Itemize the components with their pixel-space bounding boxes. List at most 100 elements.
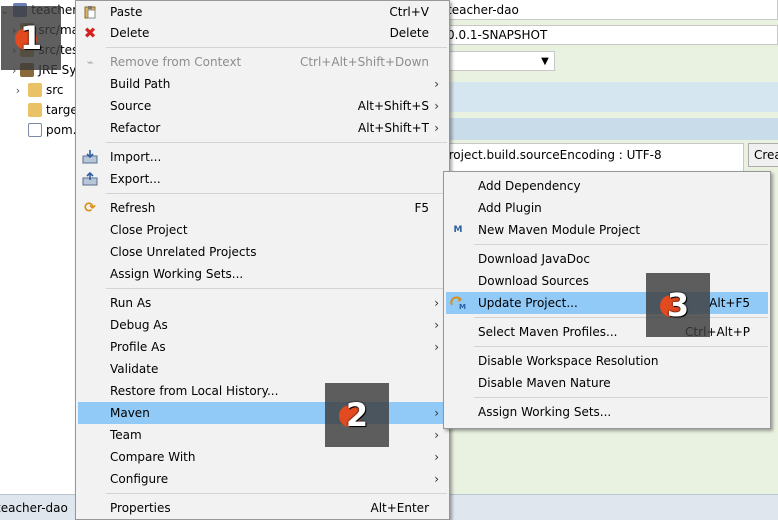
menu-label: Properties [110,501,171,515]
property-row[interactable]: project.build.sourceEncoding : UTF-8 [441,148,741,166]
menu-label: Remove from Context [110,55,242,69]
menu-item-assign-working-sets[interactable]: Assign Working Sets... [78,263,447,285]
menu-item-maven[interactable]: Maven › [78,402,447,424]
submenu-arrow-icon: › [434,121,439,135]
maven-module-icon: M [453,225,463,235]
menu-label: Run As [110,296,152,310]
menu-item-source[interactable]: Source Alt+Shift+S › [78,95,447,117]
submenu-arrow-icon: › [434,99,439,113]
menu-label: Configure [110,472,169,486]
menu-label: Validate [110,362,159,376]
create-button[interactable]: Create... [748,143,778,167]
menu-shortcut: Ctrl+Alt+Shift+Down [299,55,429,69]
svg-text:M: M [459,303,466,310]
tree-item-label: src [46,83,64,97]
menu-item-disable-maven-nature[interactable]: Disable Maven Nature [446,372,768,394]
step-number: 1 [19,19,43,57]
menu-item-profile-as[interactable]: Profile As › [78,336,447,358]
menu-item-export[interactable]: Export... [78,168,447,190]
export-icon [82,171,98,187]
menu-item-download-javadoc[interactable]: Download JavaDoc [446,248,768,270]
delete-icon: ✖ [83,24,97,42]
menu-separator [474,244,768,245]
menu-item-refresh[interactable]: ⟳ Refresh F5 [78,197,447,219]
tree-item-target[interactable]: target [0,100,80,120]
section-header [440,82,778,112]
step-number: 2 [345,396,369,434]
menu-label: Team [110,428,142,442]
menu-item-refactor[interactable]: Refactor Alt+Shift+T › [78,117,447,139]
submenu-arrow-icon: › [434,77,439,91]
menu-item-assign-working-sets-maven[interactable]: Assign Working Sets... [446,401,768,423]
menu-shortcut: Alt+Shift+S [357,99,429,113]
menu-item-configure[interactable]: Configure › [78,468,447,490]
menu-shortcut: Delete [389,26,429,40]
menu-item-update-project[interactable]: M Update Project... Alt+F5 [446,292,768,314]
xml-file-icon [28,123,42,137]
remove-context-icon: ⌁ [86,55,94,69]
menu-label: Disable Maven Nature [478,376,611,390]
menu-item-delete[interactable]: ✖ Delete Delete [78,22,447,44]
menu-label: Export... [110,172,161,186]
menu-shortcut: Alt+F5 [709,296,750,310]
menu-item-validate[interactable]: Validate [78,358,447,380]
menu-item-restore-local-history[interactable]: Restore from Local History... [78,380,447,402]
menu-label: Refresh [110,201,156,215]
menu-item-run-as[interactable]: Run As › [78,292,447,314]
menu-item-properties[interactable]: Properties Alt+Enter [78,497,447,519]
menu-separator [474,346,768,347]
step-marker-2: 2 [325,383,389,447]
menu-item-download-sources[interactable]: Download Sources [446,270,768,292]
expand-icon[interactable]: › [12,84,24,97]
tree-item-src[interactable]: › src [0,80,80,100]
import-icon [82,149,98,165]
menu-label: Download JavaDoc [478,252,590,266]
refresh-icon: ⟳ [84,200,96,216]
menu-separator [106,493,447,494]
menu-item-select-maven-profiles[interactable]: Select Maven Profiles... Ctrl+Alt+P [446,321,768,343]
context-menu: Paste Ctrl+V ✖ Delete Delete ⌁ Remove fr… [75,0,450,520]
menu-shortcut: F5 [414,201,429,215]
menu-label: Download Sources [478,274,589,288]
artifact-id-value: teacher-dao [447,2,519,17]
menu-shortcut: Alt+Shift+T [358,121,429,135]
menu-item-paste[interactable]: Paste Ctrl+V [78,1,447,23]
menu-item-close-unrelated-projects[interactable]: Close Unrelated Projects [78,241,447,263]
menu-item-team[interactable]: Team › [78,424,447,446]
version-field[interactable]: 0.0.1-SNAPSHOT [440,25,778,45]
menu-shortcut: Alt+Enter [370,501,429,515]
submenu-arrow-icon: › [434,340,439,354]
artifact-id-field[interactable]: teacher-dao [440,0,778,20]
menu-item-remove-from-context: ⌁ Remove from Context Ctrl+Alt+Shift+Dow… [78,51,447,73]
menu-separator [106,142,447,143]
tree-item-pom[interactable]: pom.xml [0,120,80,140]
paste-icon [82,4,98,20]
menu-label: Close Unrelated Projects [110,245,257,259]
menu-item-add-plugin[interactable]: Add Plugin [446,197,768,219]
menu-item-close-project[interactable]: Close Project [78,219,447,241]
menu-label: Select Maven Profiles... [478,325,618,339]
submenu-arrow-icon: › [434,406,439,420]
menu-item-disable-workspace-resolution[interactable]: Disable Workspace Resolution [446,350,768,372]
folder-icon [28,83,42,97]
maven-submenu: Add Dependency Add Plugin M New Maven Mo… [443,171,771,429]
menu-label: Profile As [110,340,166,354]
menu-item-add-dependency[interactable]: Add Dependency [446,175,768,197]
menu-item-build-path[interactable]: Build Path › [78,73,447,95]
submenu-arrow-icon: › [434,318,439,332]
menu-label: Add Dependency [478,179,581,193]
create-label: Create... [754,148,778,162]
menu-separator [106,47,447,48]
menu-item-debug-as[interactable]: Debug As › [78,314,447,336]
menu-item-new-maven-module[interactable]: M New Maven Module Project [446,219,768,241]
menu-item-compare-with[interactable]: Compare With › [78,446,447,468]
menu-item-import[interactable]: Import... [78,146,447,168]
menu-label: Import... [110,150,162,164]
submenu-arrow-icon: › [434,428,439,442]
menu-label: Maven [110,406,150,420]
submenu-arrow-icon: › [434,450,439,464]
menu-label: New Maven Module Project [478,223,641,237]
chevron-down-icon[interactable]: ▼ [536,52,554,70]
menu-label: Paste [110,5,143,19]
menu-label: Disable Workspace Resolution [478,354,659,368]
